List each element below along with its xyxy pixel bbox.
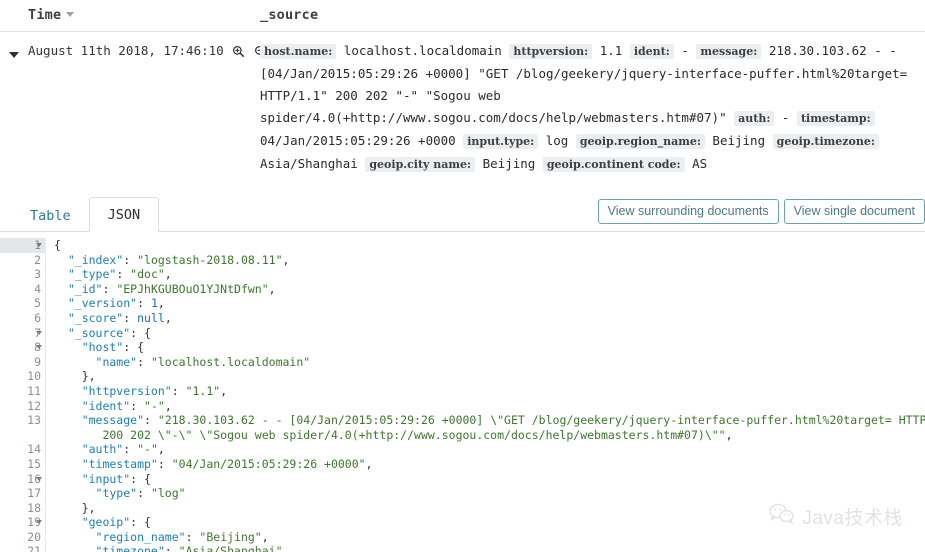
- source-field-value: -: [673, 43, 697, 58]
- document-detail-tabs: Table JSON View surrounding documents Vi…: [0, 192, 925, 232]
- source-field-value: Beijing: [475, 156, 543, 171]
- editor-code-line: "ident": "-",: [54, 398, 172, 413]
- time-column-label: Time: [28, 7, 62, 23]
- source-field-name: ident:: [629, 44, 674, 59]
- editor-code-line: "input": {: [54, 471, 151, 486]
- source-cell: host.name: localhost.localdomain httpver…: [260, 40, 925, 176]
- tab-json[interactable]: JSON: [88, 197, 160, 232]
- editor-line-number: 16: [27, 471, 42, 486]
- editor-line-number: 2: [34, 252, 41, 267]
- editor-code-line: "_index": "logstash-2018.08.11",: [54, 252, 290, 267]
- editor-code-line: "httpversion": "1.1",: [54, 383, 228, 398]
- view-single-document-button[interactable]: View single document: [783, 199, 925, 224]
- editor-line-number: 10: [27, 369, 41, 384]
- editor-code-line: "name": "localhost.localdomain": [54, 354, 311, 369]
- editor-code-line: "_id": "EPJhKGUBOuO1YJNtDfwn",: [54, 281, 276, 296]
- editor-code-line: "message": "218.30.103.62 - - [04/Jan/20…: [54, 413, 925, 428]
- editor-code-line: "_type": "doc",: [54, 267, 172, 282]
- source-field-name: geoip.region_name:: [575, 134, 705, 149]
- source-field-value: Beijing: [704, 133, 773, 148]
- discover-document-panel: Time _source August 11th 2018, 17:46:10: [0, 0, 925, 552]
- editor-line-number: 3: [34, 267, 41, 282]
- editor-line-number: 12: [27, 398, 41, 413]
- fold-toggle-icon[interactable]: [36, 243, 42, 247]
- source-field-name: timestamp:: [796, 111, 875, 126]
- editor-line-number: 20: [27, 529, 41, 544]
- editor-line-number: 19: [27, 515, 42, 530]
- editor-line-number: 17: [27, 486, 41, 501]
- editor-line-number: 9: [34, 354, 41, 369]
- source-field-value: localhost.localdomain: [336, 43, 510, 58]
- source-field-value: log: [538, 133, 576, 148]
- editor-line-number: 18: [27, 500, 41, 515]
- editor-code-line: "_source": {: [54, 325, 151, 340]
- view-surrounding-documents-button[interactable]: View surrounding documents: [597, 199, 779, 224]
- source-column-header[interactable]: _source: [260, 6, 925, 24]
- editor-code-line: },: [54, 369, 96, 384]
- fold-toggle-icon[interactable]: [36, 476, 42, 481]
- editor-line-number: 11: [27, 383, 41, 398]
- editor-line-number: 8: [34, 340, 42, 355]
- editor-line-number: 14: [27, 442, 41, 457]
- editor-line-number: 15: [27, 456, 41, 471]
- editor-code-line: "type": "log": [54, 486, 186, 501]
- table-row: August 11th 2018, 17:46:10 host.name: lo…: [0, 32, 925, 186]
- editor-code-line: "timestamp": "04/Jan/2015:05:29:26 +0000…: [54, 456, 373, 471]
- fold-toggle-icon[interactable]: [36, 520, 42, 525]
- editor-code-line: {: [54, 238, 61, 252]
- source-field-value: 1.1: [592, 43, 630, 58]
- editor-code-line: "timezone": "Asia/Shanghai",: [54, 544, 290, 552]
- source-field-value: Asia/Shanghai: [260, 156, 366, 171]
- time-cell: August 11th 2018, 17:46:10: [28, 40, 266, 61]
- fold-toggle-icon[interactable]: [36, 330, 42, 335]
- time-column-header[interactable]: Time: [28, 6, 260, 24]
- source-field-value: 04/Jan/2015:05:29:26 +0000: [260, 133, 464, 148]
- editor-code-line: "host": {: [54, 340, 145, 355]
- editor-code[interactable]: { "_index": "logstash-2018.08.11", "_typ…: [54, 238, 925, 552]
- timestamp-value: August 11th 2018, 17:46:10: [28, 43, 224, 58]
- editor-line-number: [0, 428, 45, 443]
- sort-caret-icon[interactable]: [66, 12, 75, 18]
- editor-code-line: 200 202 \"-\" \"Sogou web spider/4.0(+ht…: [54, 427, 733, 442]
- source-field-name: geoip.continent code:: [542, 157, 685, 172]
- editor-line-number: 6: [34, 310, 41, 325]
- editor-code-line: "_score": null,: [54, 310, 172, 325]
- source-field-value: AS: [684, 156, 708, 171]
- source-field-name: host.name:: [260, 44, 337, 59]
- source-field-name: input.type:: [463, 134, 539, 149]
- editor-code-line: },: [54, 500, 96, 515]
- document-actions: View surrounding documents View single d…: [597, 199, 925, 224]
- editor-line-number: 21: [27, 544, 41, 552]
- editor-line-number: 1: [0, 238, 45, 253]
- source-column-label: _source: [260, 7, 319, 23]
- editor-line-number: 5: [34, 296, 41, 311]
- caret-down-icon: [9, 52, 19, 58]
- source-field-name: geoip.timezone:: [772, 134, 879, 149]
- editor-line-number: 4: [34, 281, 41, 296]
- expand-row-toggle[interactable]: [0, 40, 28, 63]
- source-field-name: httpversion:: [509, 44, 593, 59]
- json-editor[interactable]: 1234567891011121314151617181920212223 { …: [0, 238, 925, 552]
- source-field-name: message:: [696, 44, 762, 59]
- source-field-name: auth:: [734, 111, 775, 126]
- editor-code-line: "_version": 1,: [54, 296, 165, 311]
- editor-code-line: "region_name": "Beijing",: [54, 529, 269, 544]
- editor-code-line: "auth": "-",: [54, 442, 165, 457]
- tab-table[interactable]: Table: [12, 199, 89, 232]
- editor-code-line: "geoip": {: [54, 515, 151, 530]
- source-field-name: geoip.city name:: [365, 157, 476, 172]
- editor-line-number: 7: [34, 325, 42, 340]
- editor-line-number: 13: [27, 413, 41, 428]
- document-table-header: Time _source: [0, 0, 925, 32]
- magnifier-plus-icon[interactable]: [232, 45, 245, 61]
- editor-gutter: 1234567891011121314151617181920212223: [0, 238, 46, 552]
- source-field-value: -: [774, 110, 797, 125]
- fold-toggle-icon[interactable]: [36, 345, 42, 350]
